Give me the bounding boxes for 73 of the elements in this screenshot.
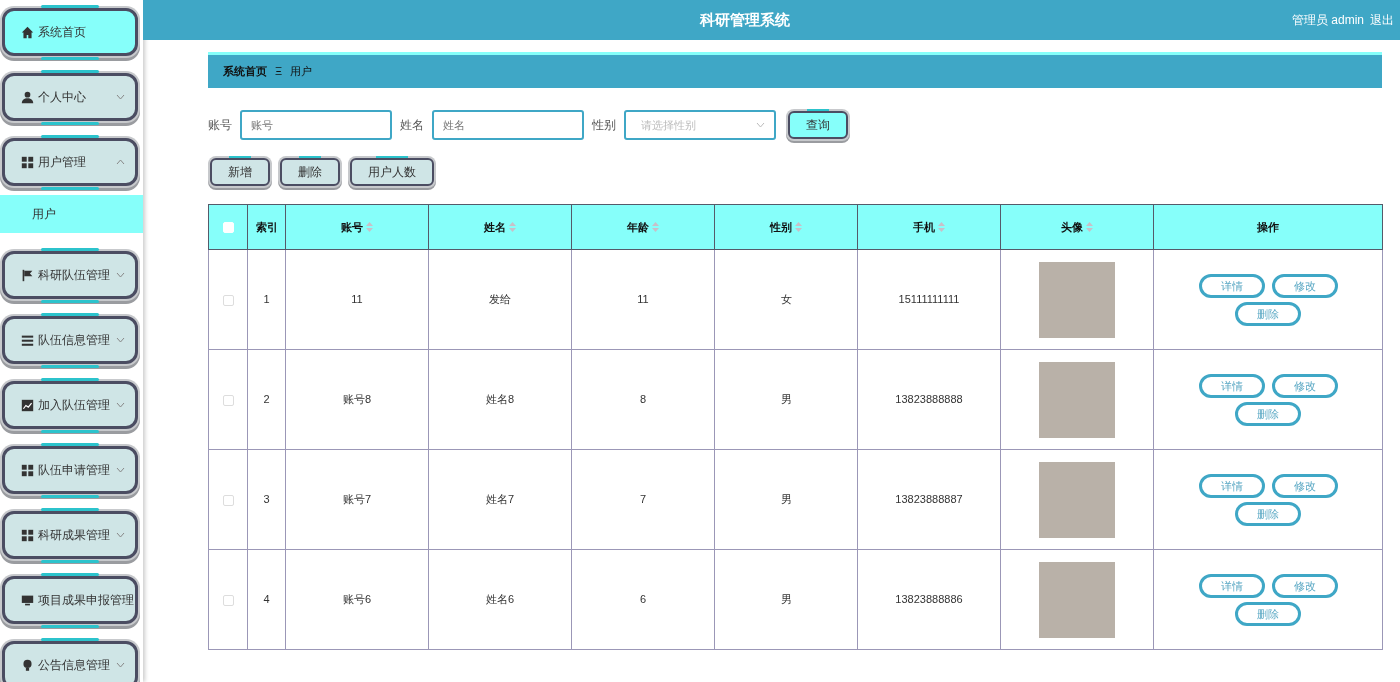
chevron-down-icon (116, 272, 125, 278)
column-header: 性别 (714, 204, 858, 250)
breadcrumb-link[interactable]: 系统首页 (223, 63, 267, 80)
column-header: 姓名 (428, 204, 572, 250)
table-cell-text: 姓名6 (485, 593, 515, 606)
sort-icon[interactable] (1086, 221, 1094, 232)
field-label: 姓名 (400, 117, 424, 134)
person-icon (21, 90, 34, 104)
table-cell-text: 8 (639, 393, 647, 406)
chevron-up-icon (116, 159, 125, 165)
table-cell-text: 女 (780, 293, 792, 306)
chevron-down-icon (116, 467, 125, 473)
chevron-down-icon (116, 662, 125, 668)
flag-icon (21, 268, 34, 282)
row-checkbox[interactable] (222, 394, 234, 406)
text-input-field[interactable]: 姓名 (432, 110, 584, 140)
sort-icon[interactable] (795, 221, 803, 232)
table-cell-text: 姓名8 (485, 393, 515, 406)
table-cell-text: 账号6 (342, 593, 372, 606)
table-cell-text: 15111111111 (898, 293, 960, 306)
table-cell-text: 13823888886 (895, 593, 963, 606)
row-checkbox[interactable] (222, 494, 234, 506)
column-header: 索引 (247, 204, 286, 250)
select-all-checkbox[interactable] (222, 222, 234, 234)
app-title: 科研管理系统 (698, 9, 791, 30)
table-cell-text: 姓名7 (485, 493, 515, 506)
grid-icon (21, 463, 34, 477)
admin-user-label: 管理员 admin (1291, 12, 1364, 29)
lightbulb-icon (21, 658, 34, 672)
table-cell-text: 2 (263, 393, 270, 406)
column-header: 操作 (1153, 204, 1383, 250)
table-cell-text: 账号8 (342, 393, 372, 406)
table-cell-text: 发给 (489, 293, 511, 306)
grid-icon (21, 155, 34, 169)
submenu-item[interactable]: 用户 (0, 195, 143, 233)
row-checkbox[interactable] (222, 594, 234, 606)
field-label: 性别 (592, 117, 616, 134)
table-cell-text: 11 (351, 293, 363, 306)
table-cell-text: 11 (637, 293, 649, 306)
table-cell-text: 3 (263, 493, 270, 506)
table-cell-text: 6 (639, 593, 647, 606)
grid-icon (21, 528, 34, 542)
breadcrumb-current: 用户 (290, 64, 313, 80)
row-checkbox[interactable] (222, 294, 234, 306)
lines-icon (21, 333, 34, 347)
table-cell-text: 1 (263, 293, 270, 306)
sort-icon[interactable] (652, 221, 660, 232)
chart-icon (21, 398, 34, 412)
table-cell-text: 男 (780, 593, 792, 606)
text-input-field[interactable]: 账号 (240, 110, 392, 140)
column-header: 年龄 (571, 204, 715, 250)
table-cell-text: 4 (263, 593, 270, 606)
column-header: 手机 (857, 204, 1001, 250)
breadcrumb-separator: Ξ (275, 64, 283, 80)
column-header: 账号 (285, 204, 429, 250)
chevron-down-icon (116, 402, 125, 408)
sort-icon[interactable] (509, 221, 517, 232)
table-cell-text: 男 (780, 393, 792, 406)
home-icon (21, 25, 34, 39)
chevron-down-icon (116, 337, 125, 343)
field-label: 账号 (208, 117, 232, 134)
chevron-down-icon (116, 94, 125, 100)
chevron-down-icon (116, 532, 125, 538)
sort-icon[interactable] (938, 221, 946, 232)
chevron-down-icon (756, 122, 765, 128)
table-cell-text: 13823888887 (895, 493, 963, 506)
table-cell-text: 13823888888 (895, 393, 963, 406)
table-cell-text: 男 (780, 493, 792, 506)
table-cell-text: 7 (639, 493, 647, 506)
monitor-icon (21, 593, 34, 607)
table-cell-text: 账号7 (342, 493, 372, 506)
sort-icon[interactable] (366, 221, 374, 232)
column-header: 头像 (1000, 204, 1154, 250)
